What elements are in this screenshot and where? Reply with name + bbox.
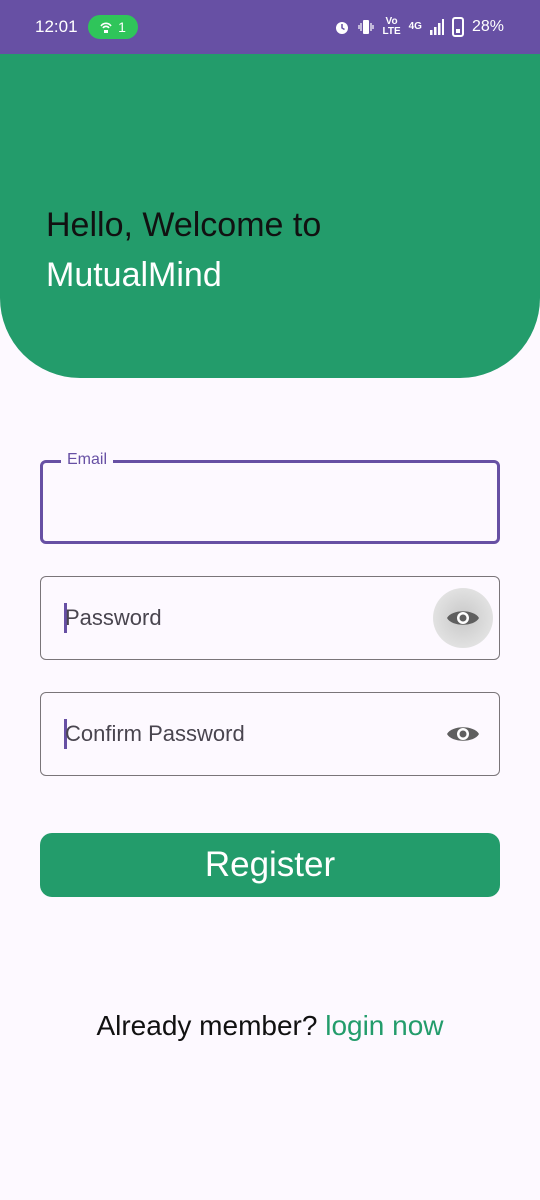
confirm-password-field[interactable]: Confirm Password [40, 692, 500, 776]
battery-level: 28% [471, 18, 504, 35]
password-field[interactable]: Password [40, 576, 500, 660]
eye-icon [447, 727, 479, 741]
vibrate-icon [358, 20, 375, 34]
login-now-link[interactable]: login now [325, 1010, 443, 1041]
already-member-text: Already member? [96, 1010, 318, 1041]
hotspot-icon [100, 22, 112, 33]
confirm-password-placeholder: Confirm Password [65, 721, 245, 746]
confirm-visibility-toggle[interactable] [433, 704, 493, 764]
network-type: 4G [408, 21, 422, 32]
password-visibility-toggle[interactable] [433, 588, 493, 648]
alarm-icon [336, 22, 349, 34]
email-label: Email [61, 451, 114, 469]
welcome-line: Hello, Welcome to [46, 206, 322, 244]
status-icons: Vo LTE 4G 28% [334, 17, 504, 37]
signal-icon [429, 19, 444, 35]
hotspot-indicator: 1 [87, 15, 138, 39]
welcome-text: Hello, Welcome to MutualMind [46, 200, 466, 300]
app-name: MutualMind [46, 256, 222, 294]
password-placeholder: Password [65, 605, 162, 630]
status-time: 12:01 [35, 17, 78, 36]
login-prompt: Already member? login now [0, 1010, 540, 1042]
hotspot-count: 1 [118, 19, 126, 35]
eye-icon [447, 611, 479, 625]
email-field[interactable]: Email [40, 451, 500, 544]
battery-icon [451, 17, 464, 37]
status-bar: 12:01 1 Vo LTE 4G 28% [0, 0, 540, 54]
register-button[interactable]: Register [40, 833, 500, 897]
volte-indicator: Vo LTE [382, 16, 401, 37]
